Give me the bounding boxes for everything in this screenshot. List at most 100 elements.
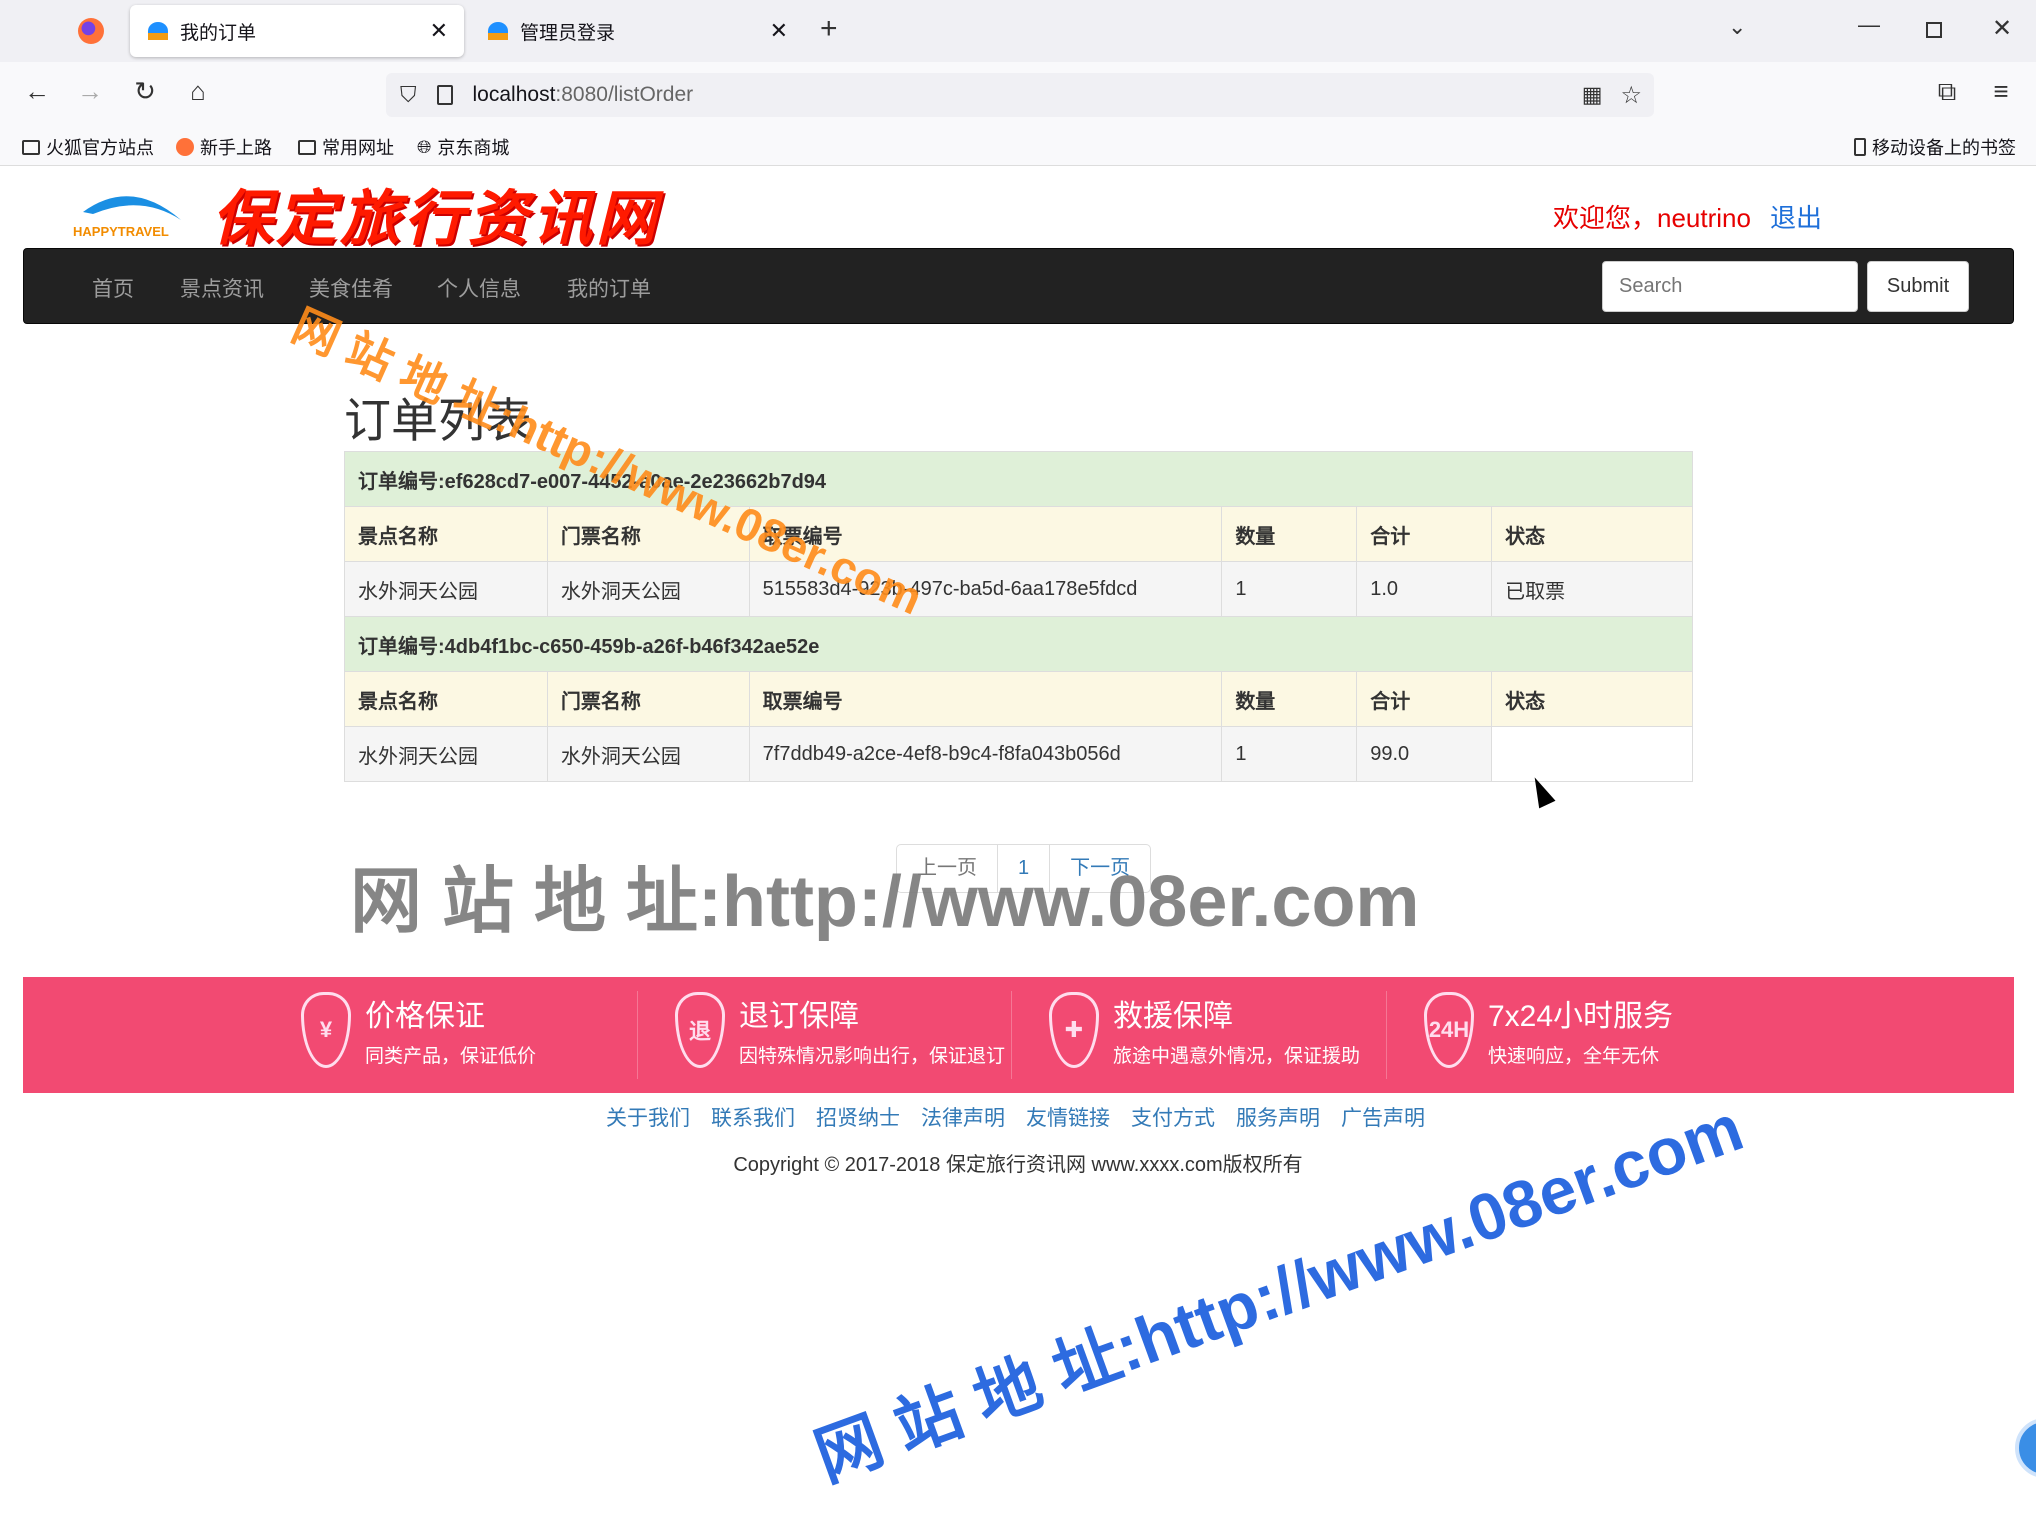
- forward-icon[interactable]: →: [73, 76, 107, 107]
- bookmark-label: 京东商城: [437, 138, 510, 158]
- bookmark-star-icon[interactable]: ☆: [1620, 81, 1642, 110]
- nav-profile[interactable]: 个人信息: [437, 273, 521, 303]
- column-header: 数量: [1221, 671, 1358, 727]
- column-header: 取票编号: [748, 506, 1223, 562]
- feature-title: 价格保证: [365, 1000, 485, 1033]
- qr-code-icon[interactable]: ▦: [1582, 82, 1603, 108]
- maximize-button[interactable]: [1926, 22, 1942, 38]
- bookmark-item[interactable]: 新手上路: [176, 134, 272, 160]
- column-header: 取票编号: [748, 671, 1223, 727]
- watermark: 网 站 地 址:http://www.08er.com: [805, 1089, 1753, 1495]
- close-icon[interactable]: ✕: [770, 18, 788, 44]
- bookmark-label: 常用网址: [322, 138, 394, 158]
- shield-icon[interactable]: ⛉: [400, 82, 417, 108]
- bookmark-label: 新手上路: [200, 138, 272, 158]
- next-page-button[interactable]: 下一页: [1050, 845, 1150, 892]
- footer-link[interactable]: 关于我们: [606, 1102, 690, 1132]
- list-tabs-icon[interactable]: ⌄: [1728, 14, 1746, 40]
- column-header: 合计: [1356, 671, 1493, 727]
- tab-my-orders[interactable]: 我的订单 ✕: [130, 5, 464, 57]
- order-id-row: 订单编号:4db4f1bc-c650-459b-a26f-b46f342ae52…: [344, 616, 1693, 672]
- divider: [1386, 991, 1387, 1079]
- bookmark-item[interactable]: 🌐︎ 京东商城: [417, 134, 509, 160]
- submit-button[interactable]: Submit: [1867, 261, 1969, 312]
- tab-bar: 我的订单 ✕ 管理员登录 ✕ + ⌄ — ✕: [0, 0, 2036, 62]
- new-tab-button[interactable]: +: [820, 12, 838, 46]
- feature-subtitle: 因特殊情况影响出行，保证退订: [739, 1046, 1006, 1067]
- table-cell: 515583d4-923b-497c-ba5d-6aa178e5fdcd: [748, 561, 1223, 617]
- footer-link[interactable]: 招贤纳士: [816, 1102, 900, 1132]
- bookmarks-bar: 火狐官方站点 新手上路 常用网址 🌐︎ 京东商城 移动设备上的书签: [0, 124, 2036, 166]
- table-cell: 99.0: [1356, 726, 1493, 782]
- close-icon[interactable]: ✕: [430, 18, 448, 44]
- feature-subtitle: 同类产品，保证低价: [365, 1046, 537, 1067]
- site-favicon: [148, 22, 168, 40]
- bookmark-item[interactable]: 火狐官方站点: [22, 134, 154, 160]
- table-cell: 1.0: [1356, 561, 1493, 617]
- tab-label: 我的订单: [180, 22, 257, 44]
- column-header: 合计: [1356, 506, 1493, 562]
- back-icon[interactable]: ←: [20, 76, 54, 107]
- firefox-icon: [176, 138, 194, 156]
- site-title: 保定旅行资讯网: [212, 184, 660, 254]
- bookmark-label: 移动设备上的书签: [1872, 138, 2016, 158]
- close-window-button[interactable]: ✕: [1992, 14, 2012, 43]
- order-id: 订单编号:4db4f1bc-c650-459b-a26f-b46f342ae52…: [344, 616, 1693, 672]
- table-cell: 水外洞天公园: [546, 726, 750, 782]
- minimize-button[interactable]: —: [1858, 12, 1880, 38]
- footer-links: 关于我们 联系我们 招贤纳士 法律声明 友情链接 支付方式 服务声明 广告声明: [606, 1102, 1425, 1132]
- tab-label: 管理员登录: [520, 22, 616, 44]
- prev-page-button[interactable]: 上一页: [897, 845, 998, 892]
- reload-icon[interactable]: ↻: [128, 76, 162, 107]
- footer-link[interactable]: 联系我们: [711, 1102, 795, 1132]
- nav-attractions[interactable]: 景点资讯: [180, 273, 264, 303]
- floating-widget-button[interactable]: [2015, 1418, 2036, 1478]
- footer-link[interactable]: 支付方式: [1131, 1102, 1215, 1132]
- footer-link[interactable]: 广告声明: [1341, 1102, 1425, 1132]
- shield-icon: 退: [675, 991, 725, 1068]
- divider: [1011, 991, 1012, 1079]
- nav-my-orders[interactable]: 我的订单: [567, 273, 651, 303]
- url-host: localhost: [472, 83, 556, 106]
- url-path: :8080/listOrder: [555, 83, 694, 106]
- bookmark-item[interactable]: 常用网址: [298, 134, 394, 160]
- column-header: 门票名称: [546, 671, 750, 727]
- tab-admin-login[interactable]: 管理员登录 ✕: [470, 5, 804, 57]
- column-header-row: 景点名称 门票名称 取票编号 数量 合计 状态: [344, 506, 1693, 562]
- nav-home[interactable]: 首页: [92, 273, 134, 303]
- extensions-icon[interactable]: ⧉: [1930, 76, 1964, 108]
- feature-title: 7x24小时服务: [1488, 1000, 1674, 1033]
- copyright: Copyright © 2017-2018 保定旅行资讯网 www.xxxx.c…: [733, 1154, 1303, 1176]
- table-row: 水外洞天公园 水外洞天公园 7f7ddb49-a2ce-4ef8-b9c4-f8fa…: [344, 726, 1693, 782]
- shield-icon: 24H: [1424, 991, 1474, 1068]
- table-row: 水外洞天公园 水外洞天公园 515583d4-923b-497c-ba5d-6aa1…: [344, 561, 1693, 617]
- column-header-row: 景点名称 门票名称 取票编号 数量 合计 状态: [344, 671, 1693, 727]
- footer-link[interactable]: 法律声明: [921, 1102, 1005, 1132]
- order-id: 订单编号:ef628cd7-e007-4452-a0ae-2e23662b7d9…: [344, 451, 1693, 507]
- page-1-button[interactable]: 1: [998, 845, 1051, 892]
- logout-link[interactable]: 退出: [1770, 198, 1822, 235]
- column-header: 门票名称: [546, 506, 750, 562]
- search-input[interactable]: [1602, 261, 1858, 312]
- feature-item: ✚ 救援保障 旅途中遇意外情况，保证援助: [1049, 991, 1360, 1068]
- feature-subtitle: 旅途中遇意外情况，保证援助: [1113, 1046, 1361, 1067]
- table-cell: 7f7ddb49-a2ce-4ef8-b9c4-f8fa043b056d: [748, 726, 1223, 782]
- mobile-bookmarks[interactable]: 移动设备上的书签: [1854, 134, 2016, 160]
- page-title: 订单列表: [344, 394, 532, 447]
- table-cell: 水外洞天公园: [546, 561, 750, 617]
- column-header: 景点名称: [344, 671, 548, 727]
- menu-icon[interactable]: ≡: [1984, 76, 2018, 107]
- svg-text:HAPPYTRAVEL: HAPPYTRAVEL: [73, 224, 169, 239]
- happytravel-logo[interactable]: HAPPYTRAVEL: [71, 182, 197, 240]
- nav-food[interactable]: 美食佳肴: [309, 273, 393, 303]
- footer-link[interactable]: 服务声明: [1236, 1102, 1320, 1132]
- url-bar[interactable]: ⛉ localhost:8080/listOrder ▦ ☆: [386, 73, 1654, 117]
- page-icon: [436, 85, 453, 105]
- firefox-icon[interactable]: [78, 18, 104, 44]
- folder-icon: [298, 139, 316, 155]
- table-cell: 已取票: [1491, 561, 1693, 617]
- footer-link[interactable]: 友情链接: [1026, 1102, 1110, 1132]
- home-icon[interactable]: ⌂: [181, 76, 215, 107]
- table-cell: 1: [1221, 561, 1358, 617]
- folder-icon: [22, 139, 40, 155]
